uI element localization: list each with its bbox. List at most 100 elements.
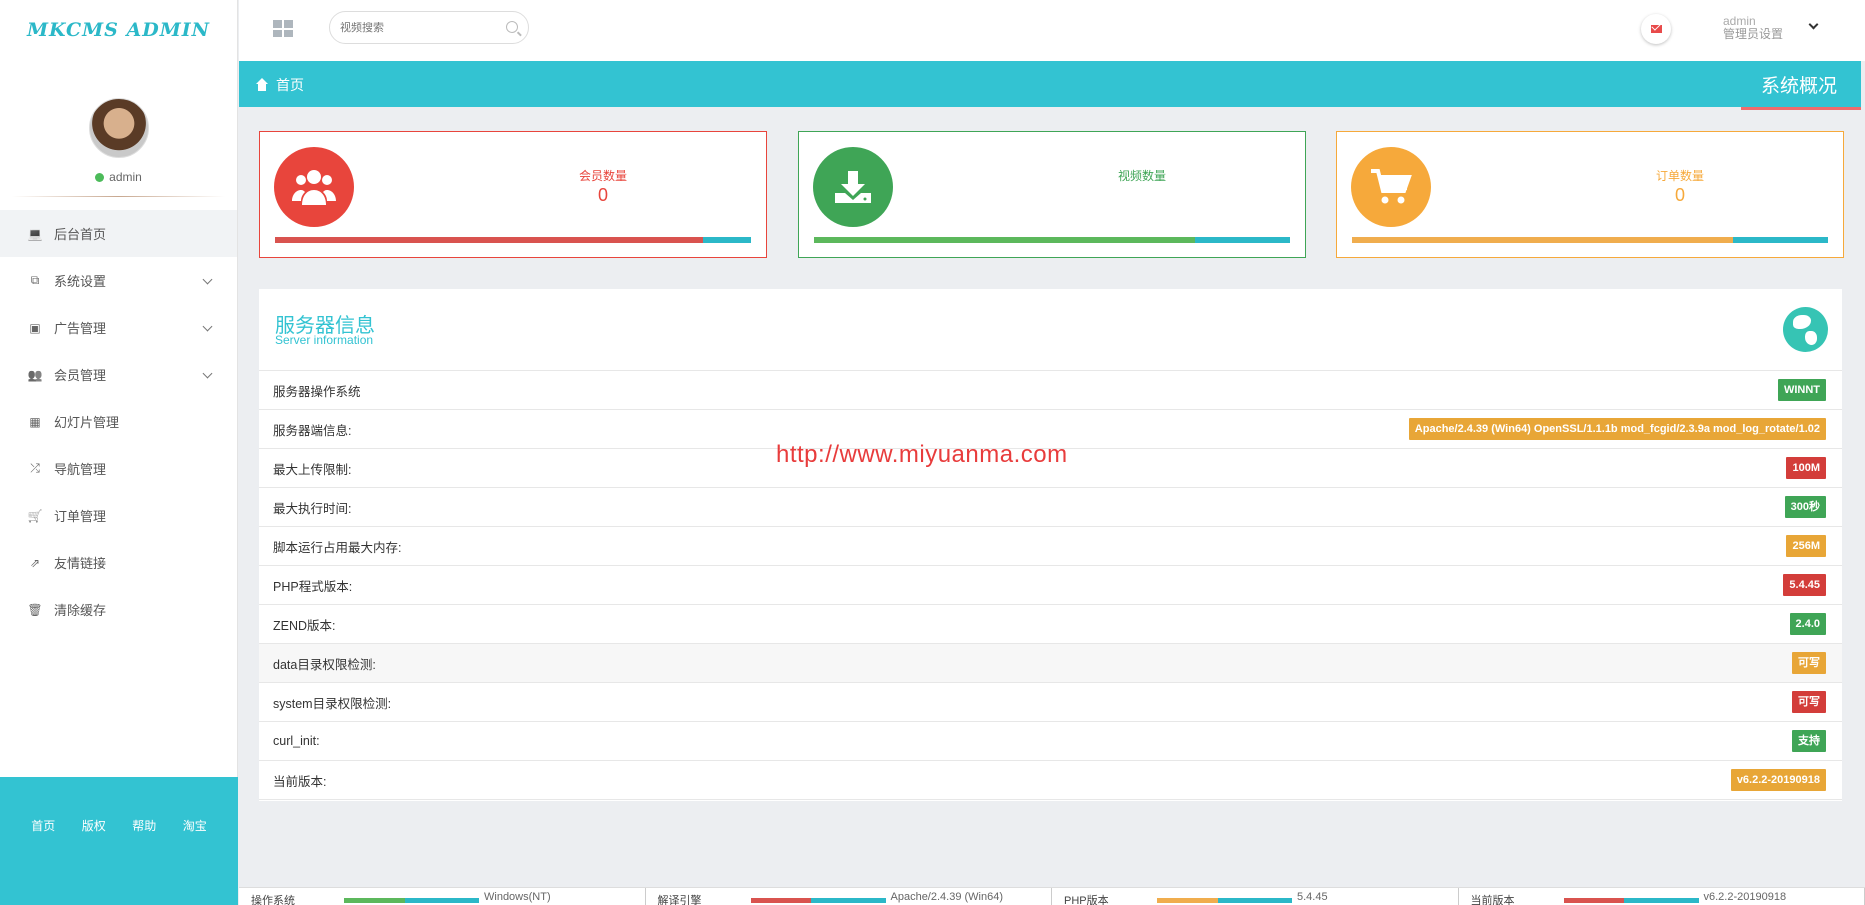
server-info-label: data目录权限检测: [273, 657, 376, 672]
mail-button[interactable] [1641, 14, 1671, 44]
stat-text: 视频数量 [979, 167, 1305, 185]
sidebar-footer: 首页 版权 帮助 淘宝 [0, 777, 238, 905]
profile: admin [0, 60, 237, 210]
bottom-status-strip: 操作系统 Windows(NT) 解译引擎 Apache/2.4.39 (Win64)… [239, 887, 1865, 905]
server-info-row: 服务器操作系统 WINNT [259, 371, 1842, 410]
copy-icon: ⧉ [30, 273, 40, 287]
search-input[interactable] [340, 21, 500, 34]
server-info-badge: 可写 [1792, 691, 1826, 713]
sidebar-item-2[interactable]: ▣ 广告管理 [0, 304, 237, 351]
stat-card-2[interactable]: 订单数量 0 [1336, 131, 1844, 258]
breadcrumb[interactable]: 首页 [254, 75, 304, 95]
server-info-badge: 支持 [1792, 730, 1826, 752]
envelope-icon [1650, 25, 1662, 33]
stat-text: 订单数量 0 [1517, 167, 1843, 206]
server-info-panel: 服务器信息 Server information 服务器操作系统 WINNT 服务器… [259, 289, 1842, 801]
stat-progress-bar [275, 237, 751, 243]
server-info-label: ZEND版本: [273, 618, 336, 633]
sidebar-item-8[interactable]: 🗑 清除缓存 [0, 586, 237, 633]
sidebar-menu: 💻 后台首页 ⧉ 系统设置 ▣ 广告管理 👥 会员管理 ▦ 幻灯片管理 ⤮ 导航管理 🛒 订单管理 ⇗ 友情链… [0, 210, 237, 633]
bottom-stat-label: 当前版本 [1470, 895, 1515, 905]
profile-username: admin [0, 170, 237, 184]
image-icon: ▣ [29, 320, 41, 335]
server-info-label: 脚本运行占用最大内存: [273, 540, 402, 555]
server-info-badge: WINNT [1777, 379, 1826, 401]
server-info-label: 当前版本: [273, 774, 327, 789]
server-info-row: 最大执行时间: 300秒 [259, 488, 1842, 527]
server-info-badge: v6.2.2-20190918 [1730, 769, 1826, 791]
online-status-icon [95, 172, 105, 182]
server-info-label: 服务器操作系统 [273, 384, 361, 399]
chevron-down-icon [202, 321, 213, 332]
admin-settings-label: 管理员设置 [1722, 27, 1783, 41]
cart-icon [1351, 147, 1431, 227]
stat-card-0[interactable]: 会员数量 0 [259, 131, 767, 258]
server-info-badge: 300秒 [1784, 496, 1826, 518]
footer-link-0[interactable]: 首页 [31, 817, 55, 834]
cart-icon: 🛒 [27, 508, 43, 523]
stat-label: 会员数量 [578, 169, 627, 183]
sidebar-item-1[interactable]: ⧉ 系统设置 [0, 257, 237, 304]
stat-card-1[interactable]: 视频数量 [798, 131, 1306, 258]
sidebar-item-3[interactable]: 👥 会员管理 [0, 351, 237, 398]
bottom-stat-value: Windows(NT) [484, 891, 551, 903]
server-info-label: system目录权限检测: [273, 696, 392, 711]
server-info-label: 最大执行时间: [273, 501, 352, 516]
shuffle-icon: ⤮ [30, 461, 40, 475]
footer-link-1[interactable]: 版权 [82, 817, 106, 834]
sidebar-item-4[interactable]: ▦ 幻灯片管理 [0, 398, 237, 445]
stat-label: 视频数量 [1117, 169, 1166, 183]
download-icon [813, 147, 893, 227]
server-info-row: 脚本运行占用最大内存: 256M [259, 527, 1842, 566]
footer-link-2[interactable]: 帮助 [132, 817, 156, 834]
bottom-stat-bar [344, 898, 479, 903]
sidebar-item-label: 系统设置 [54, 274, 107, 289]
server-info-subtitle: Server information [275, 333, 374, 347]
footer-link-3[interactable]: 淘宝 [183, 817, 207, 834]
server-info-header: 服务器信息 Server information [259, 289, 1842, 371]
username-label: admin [109, 170, 142, 184]
sidebar-item-label: 导航管理 [54, 462, 107, 477]
bottom-stat-3: 当前版本 v6.2.2-20190918 [1459, 888, 1865, 905]
chevron-down-icon[interactable] [1808, 19, 1819, 30]
chevron-down-icon [202, 368, 213, 379]
bottom-stat-1: 解译引擎 Apache/2.4.39 (Win64) [646, 888, 1052, 905]
bottom-stat-bar [750, 898, 886, 903]
app-logo[interactable]: MKCMS ADMIN [0, 0, 237, 60]
server-info-row: system目录权限检测: 可写 [259, 683, 1842, 722]
bottom-stat-value: v6.2.2-20190918 [1703, 891, 1787, 903]
bottom-stat-2: PHP版本 5.4.45 [1052, 888, 1459, 905]
topbar: admin 管理员设置 [239, 0, 1865, 61]
server-info-label: curl_init: [273, 734, 320, 748]
home-icon [254, 78, 270, 92]
bottom-stat-label: PHP版本 [1064, 895, 1109, 905]
sidebar-item-6[interactable]: 🛒 订单管理 [0, 492, 237, 539]
watermark: http://www.miyuanma.com [776, 441, 1068, 468]
server-info-badge: 2.4.0 [1789, 613, 1826, 635]
sidebar-item-7[interactable]: ⇗ 友情链接 [0, 539, 237, 586]
stat-progress-bar [814, 237, 1290, 243]
server-info-label: 最大上传限制: [273, 462, 352, 477]
sidebar-item-label: 清除缓存 [54, 603, 107, 618]
bottom-stat-value: 5.4.45 [1297, 891, 1328, 903]
avatar[interactable] [88, 98, 149, 158]
sidebar-item-label: 幻灯片管理 [54, 415, 120, 430]
stat-value: 0 [1674, 185, 1685, 205]
grid-menu-icon[interactable] [273, 20, 293, 37]
sidebar-item-5[interactable]: ⤮ 导航管理 [0, 445, 237, 492]
sidebar-item-0[interactable]: 💻 后台首页 [0, 210, 237, 257]
stat-value: 0 [597, 185, 608, 205]
search-icon[interactable] [506, 21, 518, 33]
trash-icon: 🗑 [27, 602, 43, 617]
users-icon [274, 147, 354, 227]
title-underline [1741, 107, 1861, 110]
breadcrumb-bar: 首页 系统概况 [239, 61, 1861, 110]
users-icon: 👥 [27, 367, 43, 382]
server-info-row: ZEND版本: 2.4.0 [259, 605, 1842, 644]
stat-progress-bar [1352, 237, 1828, 243]
breadcrumb-home: 首页 [276, 77, 304, 93]
admin-menu[interactable]: admin 管理员设置 [1723, 15, 1783, 41]
bottom-stat-label: 解译引擎 [657, 895, 702, 905]
server-info-badge: Apache/2.4.39 (Win64) OpenSSL/1.1.1b mod… [1408, 418, 1826, 440]
server-info-row: PHP程式版本: 5.4.45 [259, 566, 1842, 605]
